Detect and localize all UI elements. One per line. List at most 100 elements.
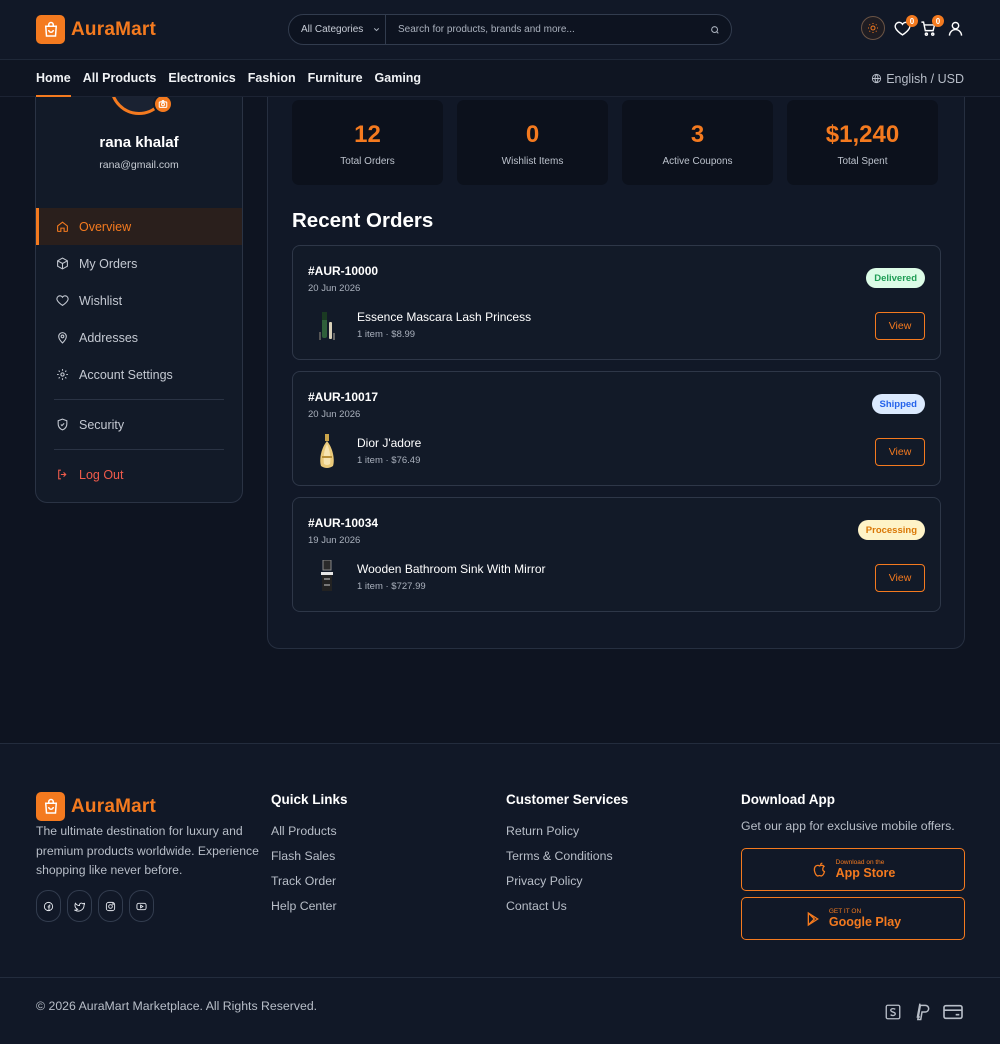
sidebar-divider (54, 449, 224, 450)
app-store-button[interactable]: Download on the App Store (741, 848, 965, 891)
stat-value: $1,240 (825, 121, 900, 148)
product-name: Essence Mascara Lash Princess (357, 310, 532, 324)
theme-toggle-button[interactable] (861, 16, 885, 40)
footer-link-track-order[interactable]: Track Order (271, 869, 348, 894)
change-avatar-button[interactable] (153, 97, 173, 114)
sidebar-item-label: Overview (79, 219, 132, 234)
order-id: #AUR-10017 (308, 390, 379, 404)
nav-all-products[interactable]: All Products (83, 60, 157, 97)
nav-electronics[interactable]: Electronics (168, 60, 235, 97)
search-input[interactable] (386, 15, 699, 44)
stat-label: Total Spent (837, 156, 888, 167)
sidebar-item-account-settings[interactable]: Account Settings (36, 356, 242, 393)
profile-email: rana@gmail.com (99, 159, 179, 171)
nav-fashion[interactable]: Fashion (248, 60, 296, 97)
logout-icon (58, 469, 67, 480)
order-date: 20 Jun 2026 (308, 283, 361, 294)
account-button[interactable] (947, 20, 964, 37)
wishlist-button[interactable]: 0 (894, 15, 918, 37)
profile-card: rana khalaf rana@gmail.com (36, 97, 242, 208)
sidebar-item-label: My Orders (79, 256, 138, 271)
nav-furniture[interactable]: Furniture (308, 60, 363, 97)
globe-icon (872, 73, 882, 84)
order-card: #AUR-10017 20 Jun 2026 Shipped Dior J'ad… (292, 371, 941, 486)
product-name: Dior J'adore (357, 436, 422, 450)
search-icon (711, 25, 719, 34)
view-order-button[interactable]: View (875, 564, 925, 592)
stat-card-wishlist-items: 0 Wishlist Items (457, 100, 608, 185)
brand-logo[interactable]: AuraMart (36, 15, 156, 44)
twitter-icon (74, 901, 85, 912)
search-button[interactable] (699, 15, 731, 44)
sun-icon (868, 23, 878, 33)
footer-link-terms[interactable]: Terms & Conditions (506, 844, 628, 869)
language-selector[interactable]: English / USD (871, 60, 964, 97)
shopping-bag-icon (36, 15, 65, 44)
stat-card-total-spent: $1,240 Total Spent (787, 100, 938, 185)
footer-link-return-policy[interactable]: Return Policy (506, 819, 628, 844)
google-play-button[interactable]: GET IT ON Google Play (741, 897, 965, 940)
heart-icon (56, 295, 69, 307)
home-icon (57, 221, 68, 232)
download-app-text: Get our app for exclusive mobile offers. (741, 819, 955, 833)
sidebar-menu: Overview My Orders Wishlist Addresses Ac… (36, 208, 242, 493)
app-store-label: App Store (835, 866, 896, 880)
footer-brand-name: AuraMart (71, 795, 157, 817)
gear-icon (57, 369, 68, 380)
stat-card-active-coupons: 3 Active Coupons (622, 100, 773, 185)
order-card: #AUR-10034 19 Jun 2026 Processing Wooden… (292, 497, 941, 612)
footer-link-all-products[interactable]: All Products (271, 819, 348, 844)
order-id: #AUR-10034 (308, 516, 379, 530)
sidebar-item-log-out[interactable]: Log Out (36, 456, 242, 493)
footer-link-help-center[interactable]: Help Center (271, 894, 348, 919)
main-nav: Home All Products Electronics Fashion Fu… (0, 60, 1000, 97)
site-footer: AuraMart The ultimate destination for lu… (0, 743, 1000, 1044)
sidebar-divider (54, 399, 224, 400)
instagram-icon (105, 901, 116, 911)
order-meta: 1 item · $8.99 (357, 329, 416, 340)
customer-services-heading: Customer Services (506, 792, 629, 807)
stat-label: Active Coupons (662, 156, 733, 167)
stat-value: 0 (525, 121, 540, 148)
download-app-column: Download App Get our app for exclusive m… (741, 792, 965, 940)
recent-orders-title: Recent Orders (292, 209, 434, 232)
facebook-link[interactable] (36, 890, 61, 922)
category-select[interactable]: All Categories (289, 15, 386, 44)
sidebar-item-my-orders[interactable]: My Orders (36, 245, 242, 282)
wishlist-count-badge: 0 (906, 15, 918, 27)
instagram-link[interactable] (98, 890, 123, 922)
sidebar-item-label: Security (79, 417, 125, 432)
sidebar-item-label: Account Settings (79, 367, 173, 382)
twitter-link[interactable] (67, 890, 92, 922)
view-order-button[interactable]: View (875, 438, 925, 466)
footer-link-contact-us[interactable]: Contact Us (506, 894, 628, 919)
package-icon (57, 257, 68, 270)
order-id: #AUR-10000 (308, 264, 379, 278)
quick-links-heading: Quick Links (271, 792, 348, 807)
sidebar-item-security[interactable]: Security (36, 406, 242, 443)
profile-name: rana khalaf (99, 134, 179, 151)
product-name: Wooden Bathroom Sink With Mirror (357, 562, 546, 576)
sidebar-item-addresses[interactable]: Addresses (36, 319, 242, 356)
sidebar-item-overview[interactable]: Overview (36, 208, 242, 245)
account-sidebar: rana khalaf rana@gmail.com Overview My O… (35, 97, 243, 503)
shield-icon (57, 418, 68, 431)
sidebar-item-wishlist[interactable]: Wishlist (36, 282, 242, 319)
nav-gaming[interactable]: Gaming (375, 60, 422, 97)
status-badge: Processing (857, 520, 925, 540)
nav-home[interactable]: Home (36, 60, 71, 97)
paypal-icon (916, 1003, 930, 1021)
footer-link-flash-sales[interactable]: Flash Sales (271, 844, 348, 869)
youtube-link[interactable] (129, 890, 154, 922)
search-bar: All Categories (288, 14, 732, 45)
stat-value: 3 (690, 121, 705, 148)
user-icon (948, 21, 963, 36)
sidebar-item-label: Wishlist (79, 293, 123, 308)
stat-card-total-orders: 12 Total Orders (292, 100, 443, 185)
cart-button[interactable]: 0 (920, 15, 944, 37)
footer-link-privacy-policy[interactable]: Privacy Policy (506, 869, 628, 894)
order-meta: 1 item · $727.99 (357, 581, 426, 592)
view-order-button[interactable]: View (875, 312, 925, 340)
payment-methods (884, 1002, 964, 1022)
footer-logo[interactable]: AuraMart (36, 792, 156, 821)
